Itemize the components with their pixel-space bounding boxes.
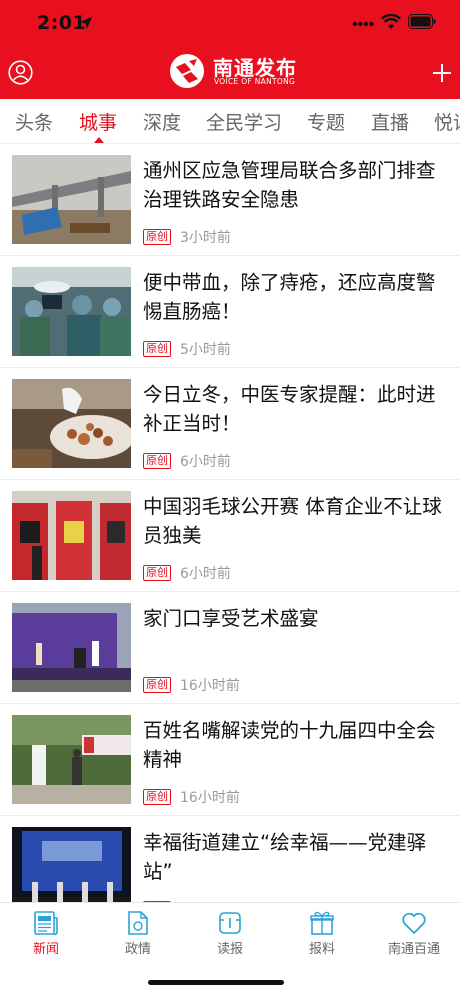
tab-toutiao[interactable]: 头条	[15, 108, 53, 135]
news-item[interactable]: 便中带血，除了痔疮，还应高度警惕直肠癌！ 原创 5小时前	[0, 256, 460, 368]
news-time: 6小时前	[180, 454, 231, 470]
news-item[interactable]: 百姓名嘴解读党的十九届四中全会精神 原创 16小时前	[0, 704, 460, 816]
news-time: 6小时前	[180, 566, 231, 582]
nav-label: 政情	[124, 942, 151, 957]
original-badge: 原创	[143, 453, 171, 469]
nav-report-tip[interactable]: 报料	[276, 903, 368, 963]
news-title: 通州区应急管理局联合多部门排查治理铁路安全隐患	[143, 159, 436, 211]
plus-icon[interactable]	[431, 62, 453, 84]
battery-icon	[408, 14, 436, 29]
app-logo-icon	[170, 54, 204, 88]
home-indicator[interactable]	[148, 980, 284, 985]
tab-quanmin-xuexi[interactable]: 全民学习	[206, 108, 282, 135]
news-time: 16小时前	[180, 790, 240, 806]
news-item[interactable]: 家门口享受艺术盛宴 原创 16小时前	[0, 592, 460, 704]
nav-news[interactable]: 新闻	[0, 903, 92, 963]
news-thumbnail	[12, 715, 131, 804]
wifi-icon	[381, 14, 401, 29]
news-thumbnail	[12, 603, 131, 692]
status-bar: 2:01	[0, 0, 460, 48]
nav-label: 报料	[308, 942, 335, 957]
news-item[interactable]: 中国羽毛球公开赛 体育企业不让球员独美 原创 6小时前	[0, 480, 460, 592]
tab-zhuanti[interactable]: 专题	[307, 108, 345, 135]
news-title: 幸福街道建立“绘幸福——党建驿站”	[143, 831, 427, 883]
news-title: 百姓名嘴解读党的十九届四中全会精神	[143, 719, 436, 771]
news-thumbnail	[12, 379, 131, 468]
tab-zhibo[interactable]: 直播	[371, 108, 409, 135]
original-badge: 原创	[143, 565, 171, 581]
newspaper-icon	[34, 911, 58, 936]
user-profile-icon[interactable]	[8, 60, 33, 85]
heart-icon	[402, 912, 426, 935]
news-time: 16小时前	[180, 678, 240, 694]
news-item[interactable]: 通州区应急管理局联合多部门排查治理铁路安全隐患 原创 3小时前	[0, 144, 460, 256]
original-badge: 原创	[143, 229, 171, 245]
original-badge: 原创	[143, 789, 171, 805]
tab-shendu[interactable]: 深度	[143, 108, 181, 135]
news-thumbnail	[12, 827, 131, 902]
news-time: 3小时前	[180, 230, 231, 246]
app-subtitle: VOICE OF NANTONG	[214, 77, 296, 86]
location-arrow-icon	[80, 17, 92, 29]
news-item[interactable]: 幸福街道建立“绘幸福——党建驿站” 原创	[0, 816, 460, 902]
nav-label: 新闻	[32, 942, 59, 957]
signal-icon	[352, 21, 374, 27]
news-thumbnail	[12, 491, 131, 580]
news-list: 通州区应急管理局联合多部门排查治理铁路安全隐患 原创 3小时前 便中带血，除了痔…	[0, 144, 460, 902]
nav-politics[interactable]: 政情	[92, 903, 184, 963]
tab-chengshi[interactable]: 城事	[79, 108, 117, 135]
original-badge: 原创	[143, 677, 171, 693]
news-title: 中国羽毛球公开赛 体育企业不让球员独美	[143, 495, 442, 547]
nav-read-paper[interactable]: 读报	[184, 903, 276, 963]
news-thumbnail	[12, 155, 131, 244]
nav-nantong-baitong[interactable]: 南通百通	[368, 903, 460, 963]
original-badge: 原创	[143, 341, 171, 357]
nav-label: 读报	[216, 942, 243, 957]
document-icon	[128, 911, 148, 935]
app-header: 2:01 南通发布 VOICE OF NANTONG	[0, 0, 460, 99]
paper-reader-icon	[219, 912, 241, 934]
nav-label: 南通百通	[387, 942, 440, 957]
news-thumbnail	[12, 267, 131, 356]
news-time: 5小时前	[180, 342, 231, 358]
news-item[interactable]: 今日立冬，中医专家提醒：此时进补正当时！ 原创 6小时前	[0, 368, 460, 480]
gift-box-icon	[310, 911, 334, 935]
channel-tabs: 头条 城事 深度 全民学习 专题 直播 悦读	[0, 99, 460, 143]
news-title: 今日立冬，中医专家提醒：此时进补正当时！	[143, 383, 436, 435]
news-title: 家门口享受艺术盛宴	[143, 607, 319, 630]
tab-yuedu[interactable]: 悦读	[434, 108, 460, 135]
news-title: 便中带血，除了痔疮，还应高度警惕直肠癌！	[143, 271, 436, 323]
